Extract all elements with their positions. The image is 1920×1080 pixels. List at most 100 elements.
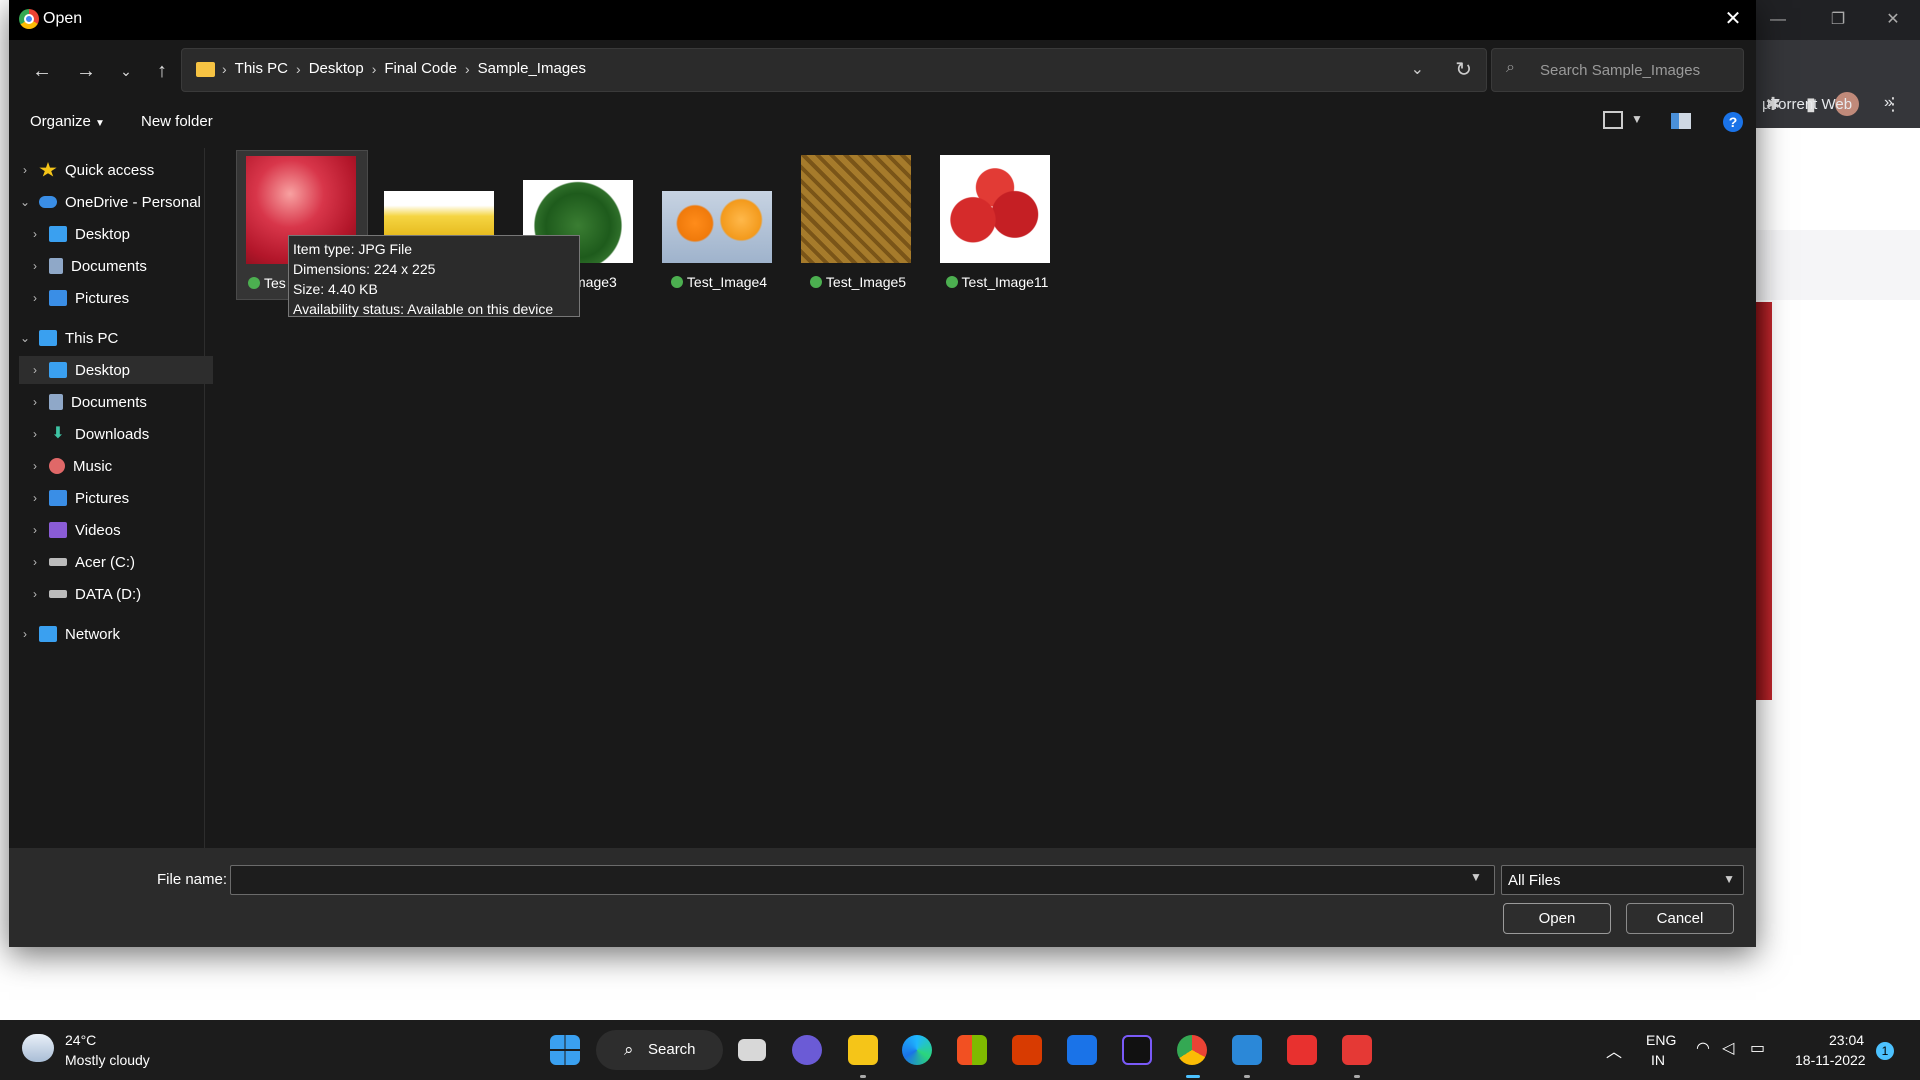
chevron-right-icon[interactable]: › [29,395,41,409]
nav-item-downloads[interactable]: › ⬇ Downloads [29,420,223,448]
file-name: Tes [264,275,286,291]
nav-item-videos[interactable]: › Videos [29,516,223,544]
breadcrumb-sample-images[interactable]: Sample_Images [478,60,586,77]
chevron-down-icon[interactable]: ▼ [1631,112,1643,126]
recent-locations-button[interactable]: ⌄ [111,56,141,86]
view-icon[interactable] [1603,111,1623,129]
close-icon[interactable]: ✕ [1870,8,1916,32]
breadcrumb: › This PC › Desktop › Final Code › Sampl… [222,60,586,77]
nav-item-music[interactable]: › Music [29,452,223,480]
help-icon[interactable]: ? [1723,112,1743,132]
file-item-test-image11[interactable]: Test_Image11 [931,150,1063,300]
battery-icon[interactable]: ▭ [1750,1038,1765,1058]
file-name-label: File name: [157,871,228,888]
office-icon[interactable] [1012,1035,1042,1065]
nav-item-onedrive-desktop[interactable]: › Desktop [29,220,223,248]
breadcrumb-separator-icon[interactable]: › [222,61,227,77]
chevron-down-icon[interactable]: ⌄ [19,331,31,345]
bookmarks-overflow-icon[interactable]: » [1884,94,1893,112]
clock-date[interactable]: 18-11-2022 [1795,1052,1866,1068]
chevron-right-icon[interactable]: › [19,627,31,641]
computer-icon [39,330,57,346]
file-explorer-icon[interactable] [848,1035,878,1065]
nav-label: Videos [75,521,121,539]
chevron-right-icon[interactable]: › [29,587,41,601]
new-folder-button[interactable]: New folder [141,113,213,130]
open-button[interactable]: Open [1503,903,1611,934]
nav-item-pictures[interactable]: › Pictures [29,484,223,512]
chevron-right-icon[interactable]: › [29,523,41,537]
address-bar[interactable]: › This PC › Desktop › Final Code › Sampl… [181,48,1487,92]
file-item-test-image5[interactable]: Test_Image5 [792,150,924,300]
background-page-image [1756,302,1772,700]
breadcrumb-final-code[interactable]: Final Code [384,60,457,77]
chrome-icon[interactable] [1177,1035,1207,1065]
nav-item-onedrive[interactable]: ⌄ OneDrive - Personal [19,188,213,216]
mcafee-icon[interactable] [1342,1035,1372,1065]
file-item-test-image4[interactable]: Test_Image4 [653,150,785,300]
edge-icon[interactable] [902,1035,932,1065]
nav-item-drive-c[interactable]: › Acer (C:) [29,548,223,576]
cancel-button[interactable]: Cancel [1626,903,1734,934]
breadcrumb-separator-icon[interactable]: › [465,61,470,77]
nav-item-this-pc[interactable]: ⌄ This PC [19,324,213,352]
breadcrumb-separator-icon[interactable]: › [372,61,377,77]
nav-item-quick-access[interactable]: › Quick access [19,156,213,184]
restore-icon[interactable]: ❐ [1815,8,1861,32]
volume-icon[interactable]: ◁ [1722,1038,1734,1058]
nav-item-documents[interactable]: › Documents [29,388,223,416]
chevron-right-icon[interactable]: › [29,227,41,241]
chevron-down-icon: ▼ [95,118,105,129]
weather-description[interactable]: Mostly cloudy [65,1052,150,1068]
taskbar-search-button[interactable]: ⌕ Search [596,1030,723,1070]
preview-pane-icon[interactable] [1671,113,1691,129]
keyboard-layout-indicator[interactable]: IN [1651,1052,1665,1068]
show-hidden-icons-icon[interactable]: ︿ [1606,1038,1622,1062]
breadcrumb-desktop[interactable]: Desktop [309,60,364,77]
chevron-right-icon[interactable]: › [29,491,41,505]
weather-temperature[interactable]: 24°C [65,1032,96,1048]
up-button[interactable]: ↑ [147,56,177,86]
search-placeholder: Search Sample_Images [1540,62,1701,79]
breadcrumb-separator-icon[interactable]: › [296,61,301,77]
refresh-icon[interactable]: ↻ [1455,57,1472,82]
chevron-down-icon[interactable]: ▼ [1470,870,1482,884]
clock-time[interactable]: 23:04 [1829,1032,1864,1048]
nav-item-drive-d[interactable]: › DATA (D:) [29,580,223,608]
nav-item-onedrive-documents[interactable]: › Documents [29,252,223,280]
chevron-right-icon[interactable]: › [29,259,41,273]
close-button[interactable]: ✕ [1710,0,1756,40]
organize-button[interactable]: Organize ▼ [30,113,105,130]
back-button[interactable]: ← [27,56,57,86]
notification-badge[interactable]: 1 [1876,1042,1894,1060]
chevron-right-icon[interactable]: › [29,459,41,473]
weather-icon[interactable] [22,1034,54,1062]
nav-item-desktop[interactable]: › Desktop [19,356,213,384]
chevron-right-icon[interactable]: › [29,363,41,377]
nav-item-network[interactable]: › Network [19,620,213,648]
file-type-select[interactable]: All Files ▼ [1501,865,1744,895]
bookmark-utorrent[interactable]: µTorrent Web [1762,96,1852,113]
wifi-icon[interactable]: ◠ [1696,1038,1710,1058]
chat-icon[interactable] [792,1035,822,1065]
video-recorder-icon[interactable] [1287,1035,1317,1065]
intellij-icon[interactable] [1122,1035,1152,1065]
mail-icon[interactable] [1067,1035,1097,1065]
chevron-down-icon[interactable]: ⌄ [19,195,31,209]
store-icon[interactable] [957,1035,987,1065]
chevron-right-icon[interactable]: › [29,427,41,441]
chevron-right-icon[interactable]: › [19,163,31,177]
chevron-down-icon[interactable]: ⌄ [1411,59,1424,79]
search-input[interactable]: ⌕ Search Sample_Images [1491,48,1744,92]
language-indicator[interactable]: ENG [1646,1032,1676,1048]
minimize-icon[interactable]: — [1755,8,1801,32]
breadcrumb-this-pc[interactable]: This PC [235,60,288,77]
nav-item-onedrive-pictures[interactable]: › Pictures [29,284,223,312]
file-name-input[interactable] [230,865,1495,895]
chevron-right-icon[interactable]: › [29,555,41,569]
vscode-icon[interactable] [1232,1035,1262,1065]
task-view-icon[interactable] [738,1039,766,1061]
chevron-right-icon[interactable]: › [29,291,41,305]
start-icon[interactable] [550,1035,580,1065]
forward-button[interactable]: → [71,56,101,86]
